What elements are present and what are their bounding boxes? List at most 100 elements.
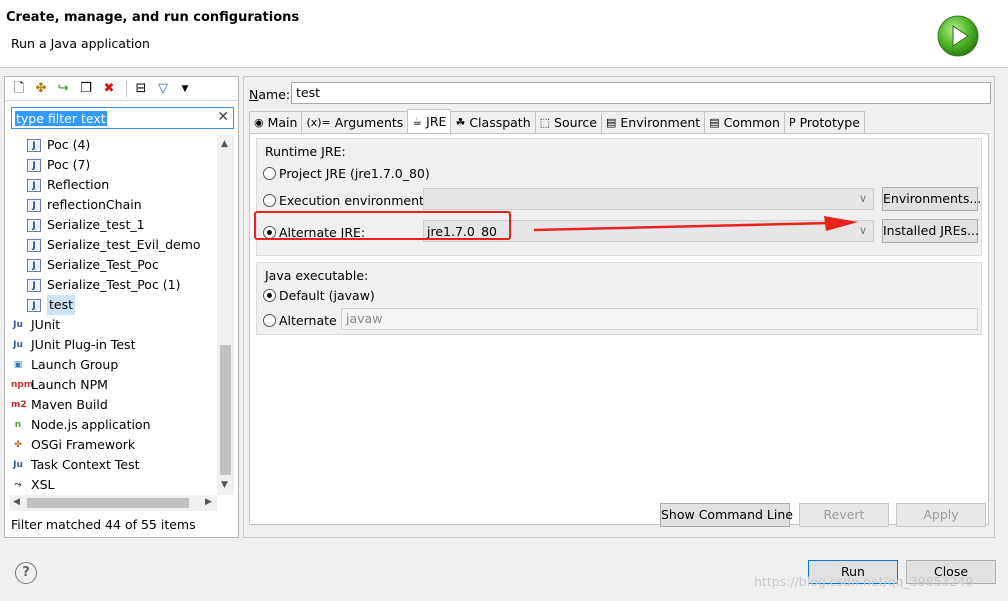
scroll-left-icon[interactable]: ◀	[13, 497, 20, 507]
tab-label: Prototype	[799, 115, 860, 130]
default-javaw-label: Default (javaw)	[279, 288, 375, 303]
tree-item-label: OSGi Framework	[31, 437, 136, 452]
watermark: https://blog.csdn.net/qq_39853249	[754, 574, 974, 589]
view-menu-icon[interactable]: ▼	[176, 80, 194, 98]
java-app-icon: J	[27, 198, 41, 212]
filter-input[interactable]: type filter text ✕	[11, 107, 234, 129]
tree-item[interactable]: Ju JUnit	[11, 315, 60, 335]
tab-source[interactable]: ⬚ Source	[534, 111, 602, 133]
tab-label: Classpath	[469, 115, 531, 130]
filter-status: Filter matched 44 of 55 items	[11, 517, 196, 532]
tab-main[interactable]: ◉ Main	[249, 111, 303, 133]
scroll-right-icon[interactable]: ▶	[205, 497, 212, 507]
radio-indicator	[263, 289, 276, 302]
jre-tab-content: Runtime JRE: Project JRE (jre1.7.0_80) E…	[249, 133, 989, 527]
tree-item-label: Poc (4)	[47, 137, 91, 152]
java-app-icon: J	[27, 258, 41, 272]
tab-label: Main	[267, 115, 298, 130]
jre-tab-icon: ☕	[412, 115, 423, 128]
classpath-tab-icon: ☘	[455, 116, 466, 129]
vertical-scroll-thumb[interactable]	[220, 345, 231, 475]
run-play-icon	[937, 15, 979, 57]
scroll-down-icon[interactable]: ▼	[221, 480, 228, 490]
name-label: Name:	[249, 87, 291, 102]
name-input[interactable]: test	[291, 82, 991, 104]
alternate-exec-input[interactable]: javaw	[341, 308, 978, 330]
tab-label: Common	[723, 115, 780, 130]
runtime-jre-title: Runtime JRE:	[265, 144, 346, 159]
config-tabs: ◉ Main (x)= Arguments ☕ JRE ☘ Classpath ⬚ Source ▤…	[249, 109, 865, 133]
radio-indicator	[263, 314, 276, 327]
tree-horizontal-scrollbar[interactable]: ◀ ▶	[9, 495, 217, 511]
scroll-up-icon[interactable]: ▲	[221, 139, 228, 149]
execution-env-radio[interactable]: Execution environment:	[263, 193, 428, 208]
tab-environment[interactable]: ▤ Environment	[600, 111, 706, 133]
tab-jre[interactable]: ☕ JRE	[407, 109, 452, 133]
tree-item[interactable]: ▣ Launch Group	[11, 355, 119, 375]
config-tree-panel: 🗋 ✤ ↪ ❐ ✖ ⊟ ▽ ▼ type filter text ✕ J Poc …	[4, 76, 239, 538]
project-jre-label: Project JRE (jre1.7.0_80)	[279, 166, 430, 181]
execution-env-label: Execution environment:	[279, 193, 429, 208]
tree-item-label: Serialize_test_Evil_demo	[47, 237, 201, 252]
collapse-all-icon[interactable]: ⊟	[132, 80, 150, 98]
tree-item-label: test	[47, 295, 76, 315]
xsl-icon: ⤳	[14, 479, 22, 490]
tree-item[interactable]: n Node.js application	[11, 415, 151, 435]
duplicate-icon[interactable]: ❐	[77, 80, 95, 98]
tree-item-label: JUnit Plug-in Test	[31, 337, 136, 352]
installed-jres-button[interactable]: Installed JREs...	[882, 219, 979, 243]
delete-icon[interactable]: ✖	[100, 80, 118, 98]
tree-vertical-scrollbar[interactable]: ▲ ▼	[217, 135, 234, 495]
show-command-line-button[interactable]: Show Command Line	[660, 503, 793, 527]
environment-tab-icon: ▤	[605, 116, 617, 129]
tree-item[interactable]: J Poc (4)	[27, 135, 90, 155]
tree-item-label: Poc (7)	[47, 157, 91, 172]
tree-item-label: XSL	[31, 477, 55, 492]
toolbar-separator	[126, 81, 127, 97]
filter-input-text: type filter text	[15, 111, 107, 126]
tab-prototype[interactable]: P Prototype	[783, 111, 865, 133]
tree-item[interactable]: ⤳ XSL	[11, 475, 54, 495]
config-tree: J Poc (4) J Poc (7) J Reflection JreflectionCh…	[9, 135, 217, 495]
alternate-exec-label: Alternate	[279, 313, 337, 328]
tab-common[interactable]: ▤ Common	[704, 111, 785, 133]
tree-item[interactable]: Ju Task Context Test	[11, 455, 139, 475]
npm-icon: npm	[11, 379, 34, 390]
tree-item[interactable]: J Serialize_test_Evil_demo	[27, 235, 201, 255]
tree-item[interactable]: J Poc (7)	[27, 155, 90, 175]
project-jre-radio[interactable]: Project JRE (jre1.7.0_80)	[263, 166, 430, 181]
clear-filter-icon[interactable]: ✕	[217, 109, 229, 125]
tree-item[interactable]: npm Launch NPM	[11, 375, 108, 395]
alternate-exec-radio[interactable]: Alternate	[263, 313, 337, 328]
tree-item[interactable]: m2 Maven Build	[11, 395, 108, 415]
radio-indicator	[263, 194, 276, 207]
revert-button[interactable]: Revert	[799, 503, 889, 527]
tab-arguments[interactable]: (x)= Arguments	[301, 111, 409, 133]
arguments-tab-icon: (x)=	[306, 116, 331, 129]
filter-icon[interactable]: ▽	[154, 80, 172, 98]
tree-item[interactable]: J Serialize_Test_Poc	[27, 255, 159, 275]
tree-item[interactable]: ✤ OSGi Framework	[11, 435, 135, 455]
horizontal-scroll-thumb[interactable]	[27, 498, 189, 508]
tree-item[interactable]: Ju JUnit Plug-in Test	[11, 335, 135, 355]
tree-item[interactable]: J Reflection	[27, 175, 109, 195]
highlight-box	[254, 211, 511, 240]
java-app-icon: J	[27, 158, 41, 172]
apply-button[interactable]: Apply	[896, 503, 986, 527]
red-arrow-icon	[533, 216, 858, 232]
new-prototype-icon[interactable]: ✤	[32, 80, 50, 98]
tab-classpath[interactable]: ☘ Classpath	[450, 111, 536, 133]
default-javaw-radio[interactable]: Default (javaw)	[263, 288, 375, 303]
tree-item[interactable]: Jtest	[27, 295, 76, 315]
tree-item[interactable]: JreflectionChain	[27, 195, 142, 215]
new-config-icon[interactable]: 🗋	[10, 80, 28, 98]
tree-item[interactable]: J Serialize_Test_Poc (1)	[27, 275, 181, 295]
tree-item[interactable]: J Serialize_test_1	[27, 215, 145, 235]
environments-button[interactable]: Environments...	[882, 187, 981, 211]
execution-env-select[interactable]: ∨	[423, 188, 874, 210]
java-app-icon: J	[27, 298, 41, 312]
tree-item-label: reflectionChain	[47, 197, 142, 212]
junit-icon: Ju	[13, 319, 23, 330]
export-icon[interactable]: ↪	[54, 80, 72, 98]
help-icon[interactable]: ?	[15, 562, 37, 584]
